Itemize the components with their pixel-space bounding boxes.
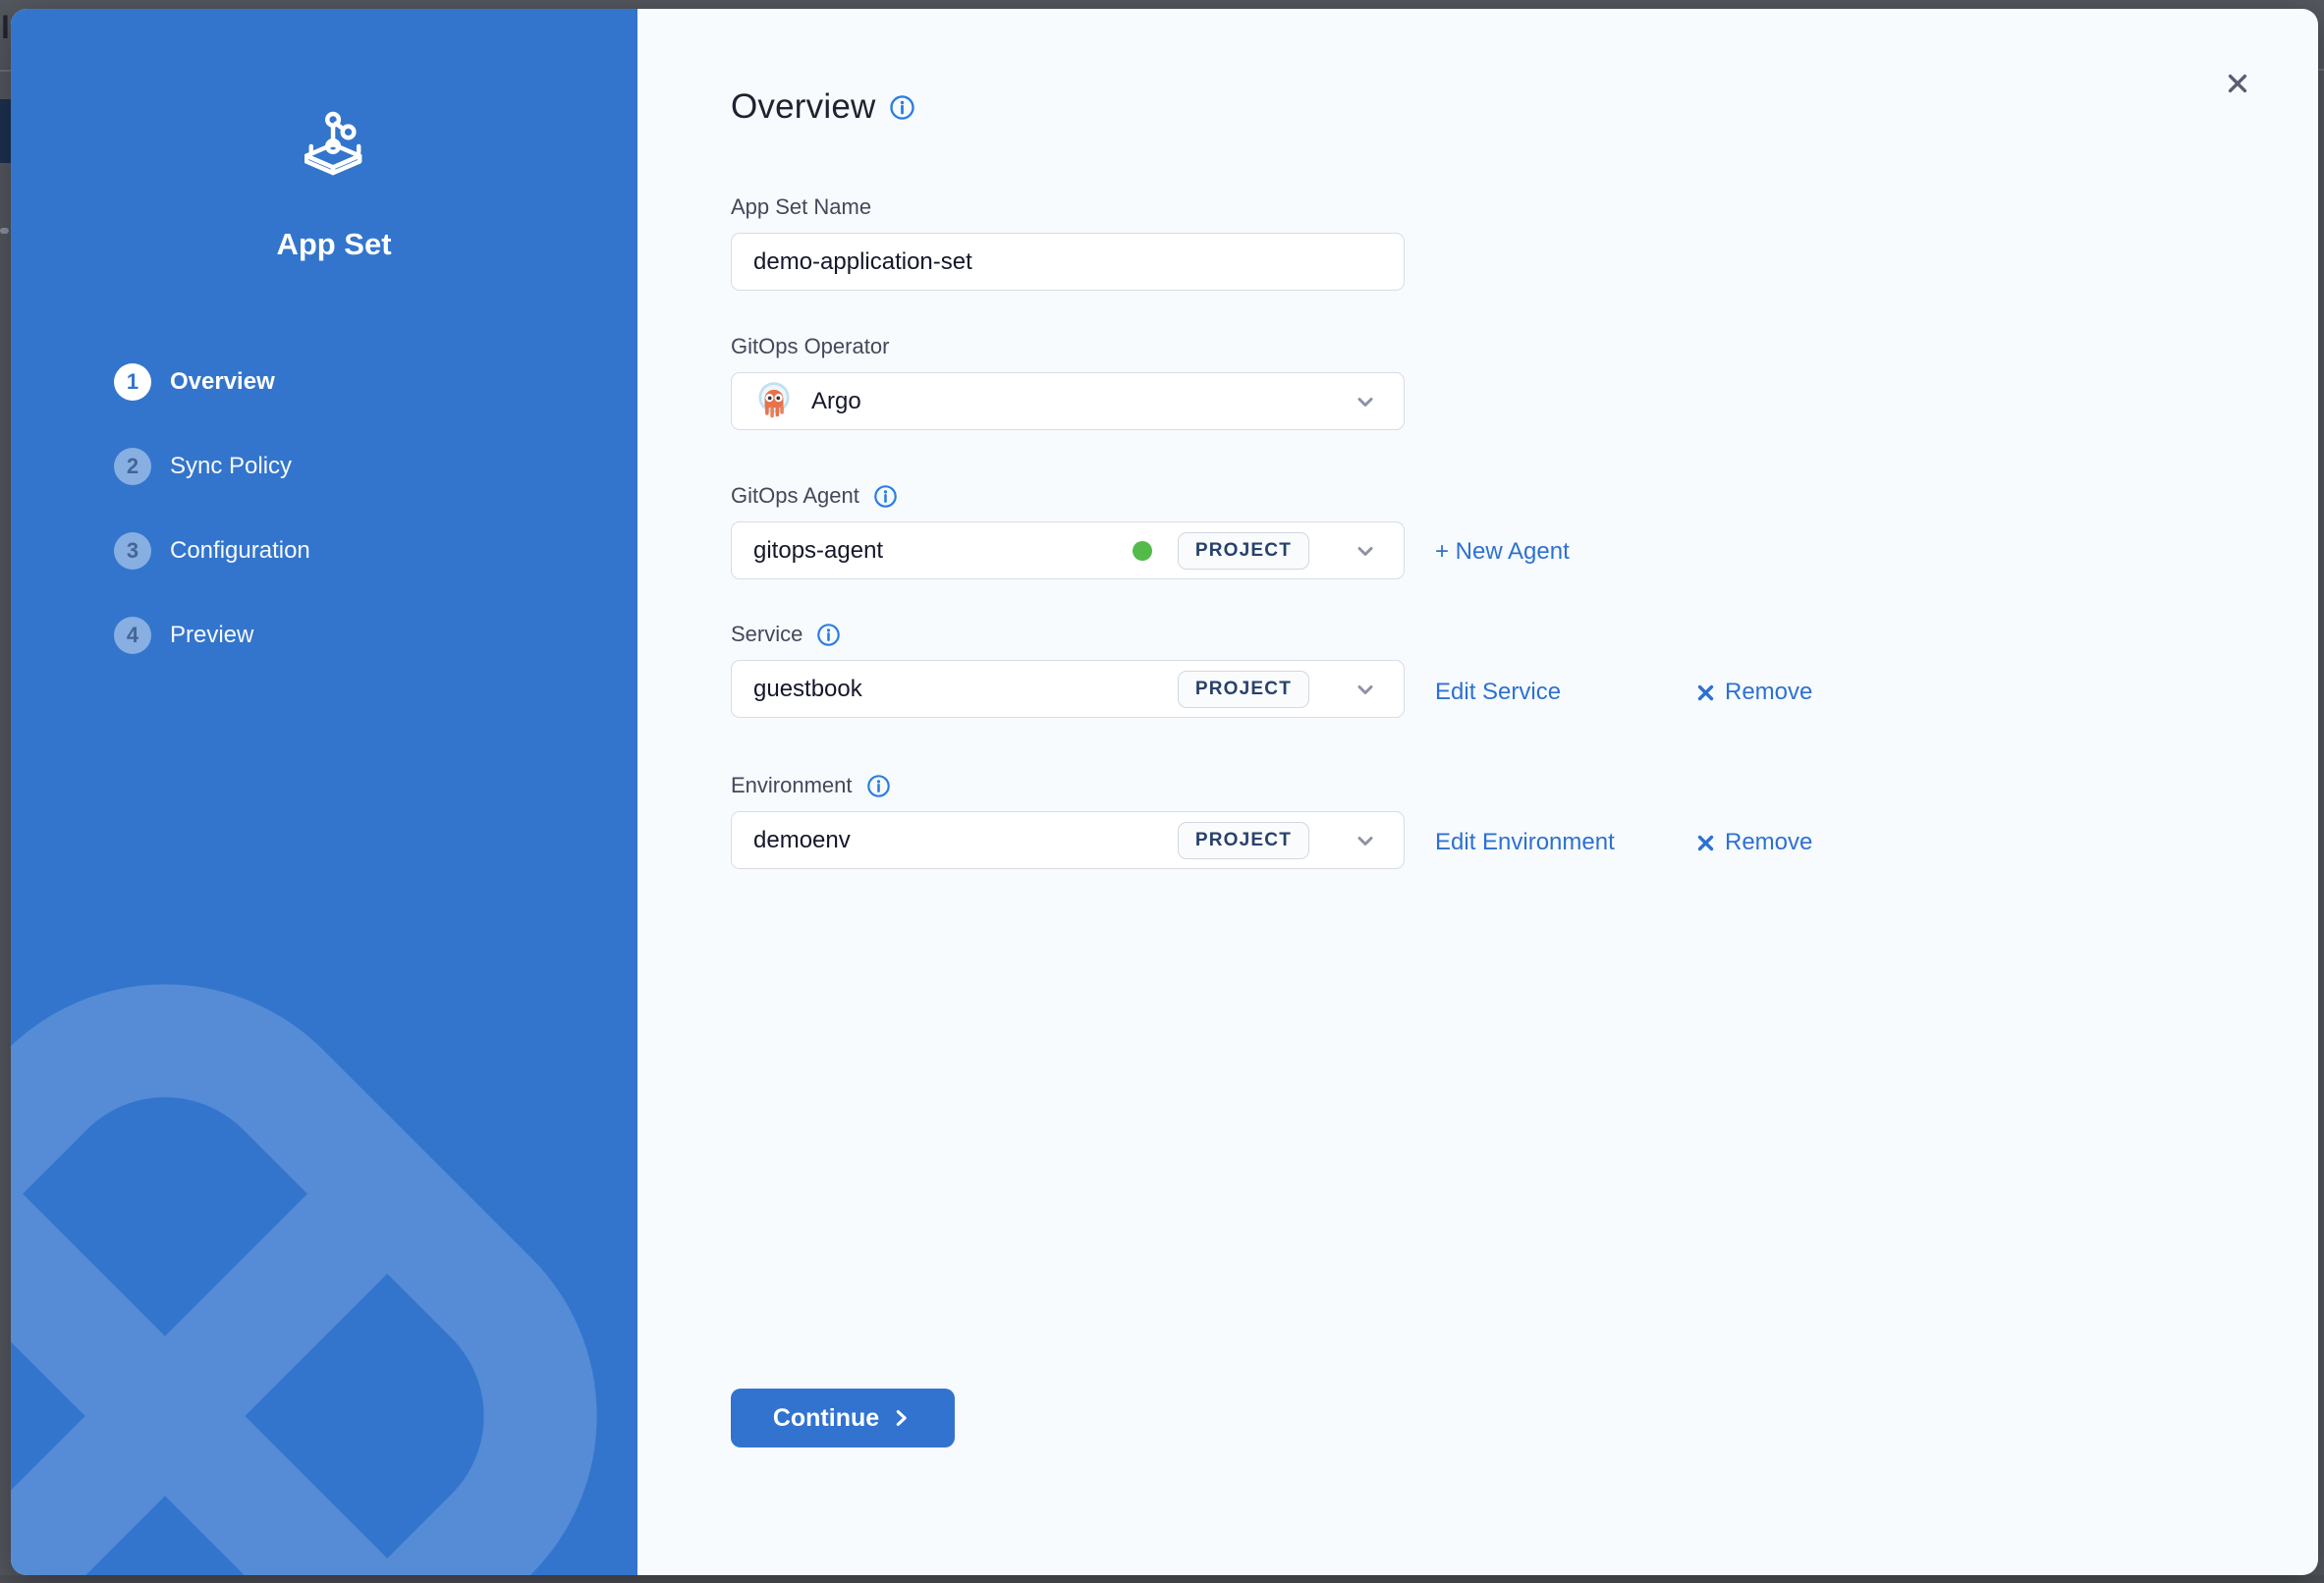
close-button[interactable] bbox=[2214, 60, 2261, 107]
step-label: Preview bbox=[170, 622, 253, 649]
wizard-sidebar: App Set 1 Overview 2 Sync Policy 3 Confi… bbox=[11, 9, 637, 1575]
app-set-wizard-modal: App Set 1 Overview 2 Sync Policy 3 Confi… bbox=[11, 9, 2318, 1575]
gitops-agent-label: GitOps Agent bbox=[731, 483, 859, 509]
backdrop-nav-item bbox=[0, 99, 11, 163]
backdrop-divider bbox=[2318, 69, 2324, 71]
gitops-operator-label: GitOps Operator bbox=[731, 334, 889, 359]
step-number: 1 bbox=[114, 363, 151, 401]
wizard-title: App Set bbox=[276, 227, 391, 262]
service-select[interactable]: guestbook PROJECT bbox=[731, 660, 1405, 718]
app-set-icon bbox=[304, 111, 365, 180]
backdrop-divider bbox=[0, 70, 11, 72]
backdrop-bottom-bar bbox=[0, 1575, 2324, 1583]
chevron-right-icon bbox=[891, 1407, 913, 1429]
chevron-down-icon[interactable] bbox=[1353, 389, 1378, 414]
chevron-down-icon[interactable] bbox=[1353, 677, 1378, 702]
overview-step-panel: Overview App Set Name GitOps Operator bbox=[637, 9, 2318, 1575]
environment-info-icon[interactable] bbox=[866, 774, 891, 798]
gitops-operator-select[interactable]: Argo bbox=[731, 372, 1405, 430]
service-label: Service bbox=[731, 622, 802, 647]
overview-info-icon[interactable] bbox=[889, 94, 915, 121]
chevron-down-icon[interactable] bbox=[1353, 828, 1378, 853]
gitops-agent-select[interactable]: gitops-agent PROJECT bbox=[731, 521, 1405, 579]
field-app-set-name: App Set Name bbox=[731, 194, 2263, 291]
scope-badge: PROJECT bbox=[1178, 822, 1309, 859]
chevron-down-icon[interactable] bbox=[1353, 538, 1378, 564]
agent-health-dot bbox=[1133, 541, 1152, 561]
field-gitops-operator: GitOps Operator bbox=[731, 334, 2263, 430]
step-preview[interactable]: 4 Preview bbox=[114, 617, 310, 654]
step-configuration[interactable]: 3 Configuration bbox=[114, 532, 310, 570]
app-set-name-label: App Set Name bbox=[731, 194, 871, 220]
app-set-name-input[interactable] bbox=[731, 233, 1405, 291]
step-label: Sync Policy bbox=[170, 453, 292, 480]
scope-badge: PROJECT bbox=[1178, 532, 1309, 570]
service-value: guestbook bbox=[753, 676, 1178, 703]
scope-badge: PROJECT bbox=[1178, 671, 1309, 708]
edit-service-link[interactable]: Edit Service bbox=[1435, 679, 1695, 706]
step-number: 4 bbox=[114, 617, 151, 654]
gitops-agent-info-icon[interactable] bbox=[873, 484, 898, 509]
step-number: 3 bbox=[114, 532, 151, 570]
page-title: Overview bbox=[731, 87, 875, 127]
edit-environment-link[interactable]: Edit Environment bbox=[1435, 829, 1695, 856]
step-sync-policy[interactable]: 2 Sync Policy bbox=[114, 448, 310, 485]
continue-label: Continue bbox=[773, 1404, 879, 1433]
step-label: Overview bbox=[170, 368, 275, 396]
gitops-agent-value: gitops-agent bbox=[753, 537, 1133, 565]
continue-button[interactable]: Continue bbox=[731, 1389, 955, 1447]
remove-service-link[interactable]: Remove bbox=[1695, 679, 1812, 706]
argo-icon bbox=[753, 381, 795, 422]
wizard-steps: 1 Overview 2 Sync Policy 3 Configuration… bbox=[114, 363, 310, 701]
remove-service-label: Remove bbox=[1725, 679, 1812, 706]
environment-select[interactable]: demoenv PROJECT bbox=[731, 811, 1405, 869]
step-label: Configuration bbox=[170, 537, 310, 565]
harness-watermark-icon bbox=[11, 876, 637, 1575]
gitops-operator-value: Argo bbox=[811, 388, 1309, 415]
remove-environment-link[interactable]: Remove bbox=[1695, 829, 1812, 856]
close-icon bbox=[2222, 68, 2253, 99]
environment-label: Environment bbox=[731, 773, 853, 798]
remove-environment-label: Remove bbox=[1725, 829, 1812, 856]
remove-x-icon bbox=[1695, 833, 1716, 853]
remove-x-icon bbox=[1695, 682, 1716, 703]
new-agent-link[interactable]: + New Agent bbox=[1435, 538, 1570, 566]
step-overview[interactable]: 1 Overview bbox=[114, 363, 310, 401]
backdrop-nav-dash bbox=[0, 228, 9, 234]
environment-value: demoenv bbox=[753, 827, 1178, 854]
service-info-icon[interactable] bbox=[816, 623, 841, 647]
step-number: 2 bbox=[114, 448, 151, 485]
